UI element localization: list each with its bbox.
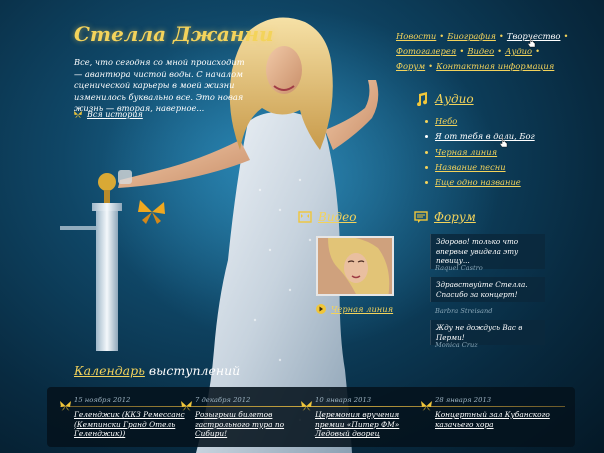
play-icon — [316, 304, 326, 314]
speech-bubble-icon — [414, 211, 428, 223]
event-link[interactable]: Церемония вручения премии «Питер ФМ» Лед… — [315, 410, 423, 439]
forum-heading-label: Форум — [434, 210, 476, 224]
video-caption-link[interactable]: Черная линия — [316, 304, 393, 314]
film-icon — [298, 211, 312, 223]
event-link[interactable]: Концертный зал Кубанского казачьего хора — [435, 410, 555, 429]
forum-author: Raquel Castro — [435, 264, 483, 272]
event-date: 28 января 2013 — [435, 396, 492, 404]
nav-biography[interactable]: Биография — [447, 31, 496, 41]
audio-track[interactable]: Еще одно название — [425, 175, 535, 190]
music-note-icon — [417, 92, 428, 106]
hand-cursor-icon — [528, 37, 536, 48]
all-history-link[interactable]: Вся история — [74, 110, 143, 119]
event-date: 15 ноября 2012 — [74, 396, 131, 404]
butterfly-marker-icon — [181, 401, 192, 411]
video-caption-label: Черная линия — [331, 304, 394, 314]
audio-track[interactable]: Название песни — [425, 160, 535, 175]
butterfly-marker-icon — [421, 401, 432, 411]
event-date: 7 декабря 2012 — [195, 396, 251, 404]
hand-cursor-icon — [500, 137, 508, 148]
nav-video[interactable]: Видео — [467, 46, 494, 56]
video-thumbnail-image — [318, 238, 392, 294]
nav-photogallery[interactable]: Фотогалерея — [396, 46, 456, 56]
calendar-heading-rest: выступлений — [144, 363, 241, 378]
forum-heading[interactable]: Форум — [414, 210, 476, 224]
nav-contacts[interactable]: Контактная информация — [436, 61, 554, 71]
event-link[interactable]: Розыгрыш билетов гастрольного тура по Си… — [195, 410, 305, 439]
forum-author: Barbra Streisand — [435, 307, 493, 315]
audio-track[interactable]: Я от тебя в дали, Бог — [425, 129, 535, 144]
calendar-heading: Календарь выступлений — [74, 363, 240, 378]
audio-track[interactable]: Черная линия — [425, 145, 535, 160]
video-thumbnail[interactable] — [316, 236, 394, 296]
audio-track[interactable]: Небо — [425, 114, 535, 129]
event-link[interactable]: Геленджик (ККЗ Ремесcанс (Кемпински Гран… — [74, 410, 196, 439]
calendar-timeline — [60, 406, 565, 407]
audio-heading[interactable]: Аудио — [415, 92, 474, 106]
butterfly-icon — [74, 111, 82, 118]
column-decoration — [60, 173, 122, 351]
butterfly-marker-icon — [301, 401, 312, 411]
nav-news[interactable]: Новости — [396, 31, 436, 41]
video-heading[interactable]: Видео — [298, 210, 356, 224]
site-title: Стелла Джанни — [74, 22, 274, 46]
forum-post[interactable]: Здравствуйте Стелла. Спасибо за концерт! — [430, 277, 545, 302]
all-history-label: Вся история — [87, 110, 143, 119]
calendar-heading-link[interactable]: Календарь — [74, 363, 145, 378]
audio-heading-label: Аудио — [435, 92, 474, 106]
audio-track-list: Небо Я от тебя в дали, Бог Черная линия … — [425, 114, 535, 190]
event-date: 10 января 2013 — [315, 396, 372, 404]
intro-text: Все, что сегодня со мной происходит — ав… — [74, 57, 245, 114]
butterfly-marker-icon — [60, 401, 71, 411]
nav-forum[interactable]: Форум — [396, 61, 425, 71]
forum-author: Monica Cruz — [435, 341, 478, 349]
top-nav: Новости • Биография • Творчество • Фотогалере… — [396, 31, 569, 71]
butterfly-decoration — [138, 200, 165, 224]
video-heading-label: Видео — [318, 210, 357, 224]
